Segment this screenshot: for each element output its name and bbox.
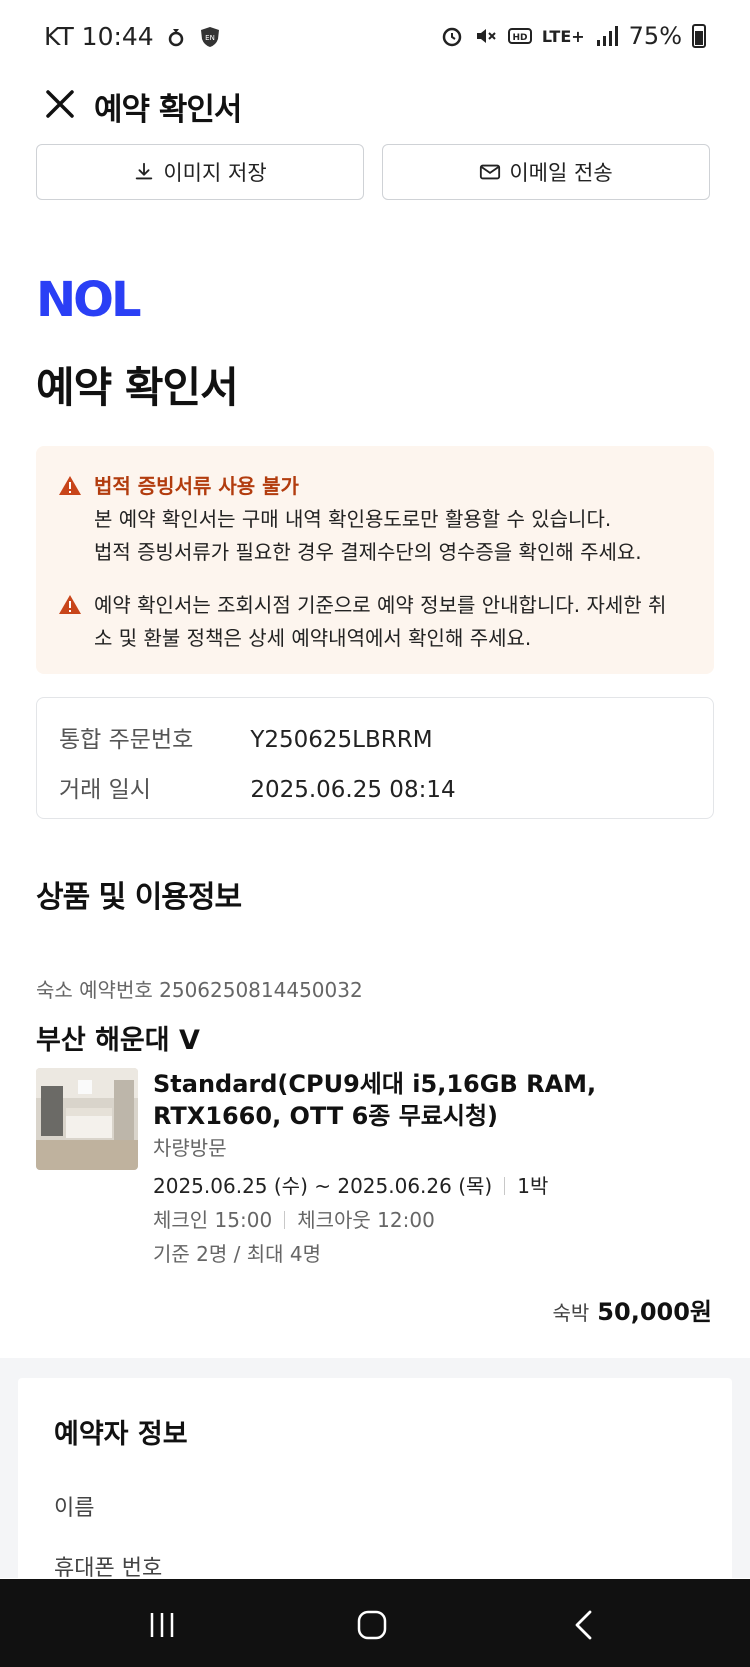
reservation-number: 숙소 예약번호 2506250814450032: [36, 978, 363, 1002]
divider: [504, 1177, 506, 1195]
notice-policy-line-2: 소 및 환불 정책은 상세 예약내역에서 확인해 주세요.: [94, 626, 532, 650]
battery-percent: 75%: [628, 22, 682, 50]
date-range: 2025.06.25 (수) ~ 2025.06.26 (목): [153, 1174, 493, 1198]
home-icon[interactable]: [354, 1607, 390, 1643]
room-photo-icon: [36, 1068, 138, 1170]
logo-text: NOL: [36, 276, 141, 320]
save-image-label: 이미지 저장: [163, 161, 267, 185]
hotel-name: 부산 해운대 V: [36, 1025, 200, 1056]
notice-title: 법적 증빙서류 사용 불가: [94, 474, 299, 498]
stay-dates: 2025.06.25 (수) ~ 2025.06.26 (목) 1박: [153, 1170, 548, 1199]
notice-policy-line-1: 예약 확인서는 조회시점 기준으로 예약 정보를 안내합니다. 자세한 취: [94, 593, 667, 617]
carrier-time: KT 10:44: [44, 22, 154, 51]
network-type: LTE+: [541, 26, 585, 46]
mail-icon: [480, 164, 501, 180]
svg-text:HD: HD: [512, 33, 527, 43]
save-image-button[interactable]: 이미지 저장: [36, 144, 364, 200]
notice-item-legal: 법적 증빙서류 사용 불가 본 예약 확인서는 구매 내역 확인용도로만 활용할…: [58, 470, 692, 569]
nights: 1박: [517, 1174, 549, 1198]
order-number-label: 통합 주문번호: [59, 727, 194, 753]
nol-logo-icon: NOL: [36, 272, 144, 328]
mute-icon: [476, 29, 496, 43]
transaction-date-label: 거래 일시: [59, 777, 151, 803]
order-number-row: 통합 주문번호 Y250625LBRRM: [59, 720, 433, 754]
price-row: 숙박 50,000원: [552, 1292, 712, 1327]
booker-phone-label: 휴대폰 번호: [54, 1556, 163, 1581]
warning-icon: [59, 476, 81, 495]
check-out: 체크아웃 12:00: [297, 1208, 435, 1232]
warning-icon: [59, 595, 81, 614]
brand-logo: NOL: [36, 272, 146, 328]
send-email-label: 이메일 전송: [509, 161, 613, 185]
divider: [284, 1211, 286, 1229]
notice-box: 법적 증빙서류 사용 불가 본 예약 확인서는 구매 내역 확인용도로만 활용할…: [36, 446, 714, 674]
hd-icon: HD: [507, 28, 532, 44]
download-icon: [136, 162, 153, 180]
location-icon: [168, 28, 183, 46]
order-info-box: 통합 주문번호 Y250625LBRRM 거래 일시 2025.06.25 08…: [36, 697, 714, 819]
room-name: Standard(CPU9세대 i5,16GB RAM, RTX1660, OT…: [153, 1070, 597, 1130]
status-right: HD LTE+ 75%: [440, 22, 706, 50]
battery-icon: [692, 24, 706, 48]
product-section-title: 상품 및 이용정보: [36, 880, 242, 915]
send-email-button[interactable]: 이메일 전송: [382, 144, 710, 200]
status-left: KT 10:44 EN: [44, 22, 222, 51]
order-number-value: Y250625LBRRM: [250, 727, 433, 753]
notice-line-2: 법적 증빙서류가 필요한 경우 결제수단의 영수증을 확인해 주세요.: [94, 540, 642, 564]
check-times: 체크인 15:00 체크아웃 12:00: [153, 1204, 435, 1233]
back-icon[interactable]: [566, 1607, 602, 1643]
page-title: 예약 확인서: [36, 363, 239, 412]
check-in: 체크인 15:00: [153, 1208, 273, 1232]
svg-text:EN: EN: [205, 34, 215, 42]
price-value: 50,000원: [597, 1298, 712, 1326]
room-thumbnail: [36, 1068, 138, 1170]
transaction-date-value: 2025.06.25 08:14: [250, 777, 456, 803]
notice-item-policy: 예약 확인서는 조회시점 기준으로 예약 정보를 안내합니다. 자세한 취 소 …: [58, 589, 692, 655]
status-bar: KT 10:44 EN HD LTE+ 75%: [0, 0, 750, 76]
vpn-shield-icon: EN: [200, 26, 219, 47]
close-icon[interactable]: [40, 84, 80, 124]
booker-title: 예약자 정보: [54, 1419, 188, 1450]
system-nav-bar: [0, 1579, 750, 1667]
guest-capacity: 기준 2명 / 최대 4명: [153, 1242, 322, 1266]
signal-icon: [596, 26, 618, 46]
notice-line-1: 본 예약 확인서는 구매 내역 확인용도로만 활용할 수 있습니다.: [94, 507, 612, 531]
header: 예약 확인서: [0, 76, 750, 132]
visit-type: 차량방문: [153, 1136, 227, 1160]
alarm-icon: [442, 27, 462, 47]
booker-name-label: 이름: [54, 1496, 95, 1521]
header-title: 예약 확인서: [94, 92, 242, 128]
price-label: 숙박: [552, 1301, 590, 1325]
recent-apps-icon[interactable]: [144, 1607, 180, 1643]
transaction-date-row: 거래 일시 2025.06.25 08:14: [59, 770, 456, 804]
